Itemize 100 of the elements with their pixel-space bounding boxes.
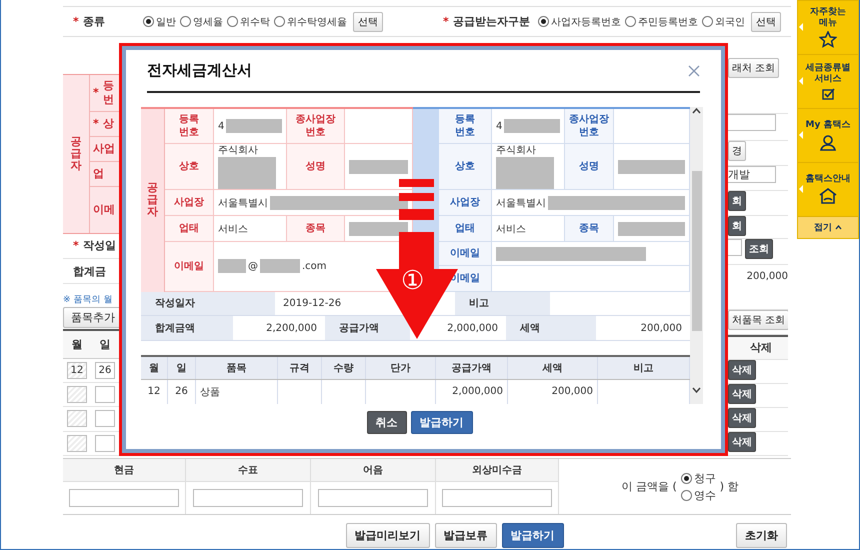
table-cell: 상품 (196, 380, 278, 404)
radio-button[interactable] (680, 472, 692, 484)
action-button[interactable]: 회 (728, 190, 746, 211)
dialog-button[interactable]: 발급하기 (410, 411, 472, 434)
scrollbar-thumb[interactable] (692, 170, 702, 330)
step-number: ① (401, 268, 424, 294)
radio-button[interactable] (274, 16, 285, 27)
day-field[interactable] (95, 434, 115, 452)
field-label: 작성일자 (141, 292, 275, 316)
column-header: 공급가액 (436, 356, 508, 379)
radio-label: 사업자등록번호 (551, 16, 621, 28)
radio-button[interactable] (180, 16, 191, 27)
table-cell: 26 (168, 380, 196, 404)
cell-text: 서비스 (496, 222, 526, 236)
star-icon (819, 31, 837, 48)
amount-field[interactable] (318, 489, 428, 507)
field-label: 이메일 (439, 242, 492, 266)
month-field[interactable] (67, 410, 87, 428)
collapse-button[interactable]: 접기 (798, 217, 858, 238)
radio-label: 청구 (694, 470, 716, 486)
input-field[interactable] (728, 114, 776, 131)
field-label: 비고 (455, 292, 550, 316)
column-header: 외상미수금 (436, 459, 559, 482)
search-button[interactable]: 경 (728, 140, 746, 161)
menu-item[interactable]: My 홈택스 (806, 120, 850, 131)
house-icon (818, 187, 838, 206)
field-label: 종사업장 번호 (287, 109, 345, 144)
month-field[interactable] (67, 434, 87, 452)
redaction-block (504, 119, 560, 133)
radio-button[interactable] (143, 16, 154, 27)
dialog-title: 전자세금계산서 (147, 61, 252, 80)
month-field[interactable] (67, 386, 87, 404)
field-label: 종사업장 번호 (565, 109, 614, 144)
radio-button[interactable] (227, 16, 238, 27)
menu-item[interactable]: 세금종류별 서비스 (806, 63, 850, 85)
amount-field[interactable] (69, 489, 179, 507)
search-button[interactable]: 래처 조회 (728, 58, 780, 78)
column-header: 월 (72, 336, 82, 352)
amount-text: 200,000 (746, 270, 788, 282)
field-label: * 공급받는자구분 (442, 14, 531, 29)
amount-field[interactable] (442, 489, 552, 507)
statement-text: ) 함 (720, 479, 739, 494)
column-header: 어음 (311, 459, 436, 482)
action-button[interactable]: 삭제 (728, 432, 756, 452)
action-button[interactable]: 삭제 (728, 408, 756, 428)
scroll-down-icon[interactable] (692, 386, 701, 394)
radio-button[interactable] (625, 16, 636, 27)
redaction-block (618, 222, 685, 236)
day-field[interactable] (95, 386, 115, 404)
caret-icon (835, 225, 842, 230)
radio-label: 외국인 (715, 16, 745, 28)
search-button[interactable]: 처품목 조회 (728, 310, 788, 330)
field-label: 이메일 (165, 242, 214, 292)
action-button[interactable]: 발급보류 (434, 523, 496, 548)
add-item-button[interactable]: 품목추가 (63, 307, 119, 328)
redaction-block (218, 259, 246, 274)
cell-text: @ (248, 260, 258, 272)
day-field[interactable]: 26 (95, 362, 115, 379)
cell-text: 주식회사 (496, 144, 536, 156)
radio-button[interactable] (538, 16, 549, 27)
menu-item[interactable]: 자주찾는 메뉴 (810, 6, 846, 28)
close-icon[interactable] (688, 64, 700, 76)
action-button[interactable]: 삭제 (728, 360, 756, 380)
reset-button[interactable]: 초기화 (736, 523, 787, 548)
month-field[interactable]: 12 (67, 362, 87, 379)
dialog-button[interactable]: 취소 (366, 411, 406, 434)
amount-cell-text: 2,000,000 (446, 322, 499, 336)
action-button[interactable]: 발급미리보기 (346, 523, 430, 548)
scroll-up-icon[interactable] (692, 107, 701, 115)
amount-field[interactable] (193, 489, 303, 507)
radio-button[interactable] (702, 16, 713, 27)
select-button[interactable]: 선택 (751, 12, 781, 32)
select-button[interactable]: 선택 (353, 12, 383, 32)
field-label: 이메 (92, 202, 116, 218)
field-label: 성명 (287, 144, 345, 190)
field-label: 세액 (506, 316, 596, 340)
field-label: 종목 (287, 216, 345, 242)
column-header: 품목 (196, 356, 278, 379)
redaction-block (226, 119, 282, 133)
cell-text: 4 (496, 120, 502, 132)
action-button[interactable]: 발급하기 (502, 523, 564, 548)
search-button[interactable]: 조회 (745, 238, 773, 259)
checkbox-icon (822, 88, 834, 100)
action-button[interactable]: 삭제 (728, 384, 756, 404)
amount-cell-text: 2,200,000 (265, 322, 318, 336)
input-field[interactable]: 개발 (728, 166, 776, 183)
input-field[interactable] (728, 238, 742, 256)
redaction-block (218, 156, 276, 189)
menu-item[interactable]: 홈택스안내 (806, 174, 850, 184)
column-header: 수표 (186, 459, 311, 482)
action-button[interactable]: 회 (728, 216, 746, 236)
table-cell: 12 (141, 380, 168, 404)
field-label: 업태 (439, 216, 492, 242)
statement-text: 이 금액을 ( (621, 479, 677, 494)
column-header: 수량 (322, 356, 366, 379)
column-header: 현금 (63, 459, 186, 482)
day-field[interactable] (95, 410, 115, 428)
radio-button[interactable] (680, 490, 692, 500)
column-header: 일 (100, 336, 110, 352)
field-label: 사업장 (165, 190, 214, 216)
